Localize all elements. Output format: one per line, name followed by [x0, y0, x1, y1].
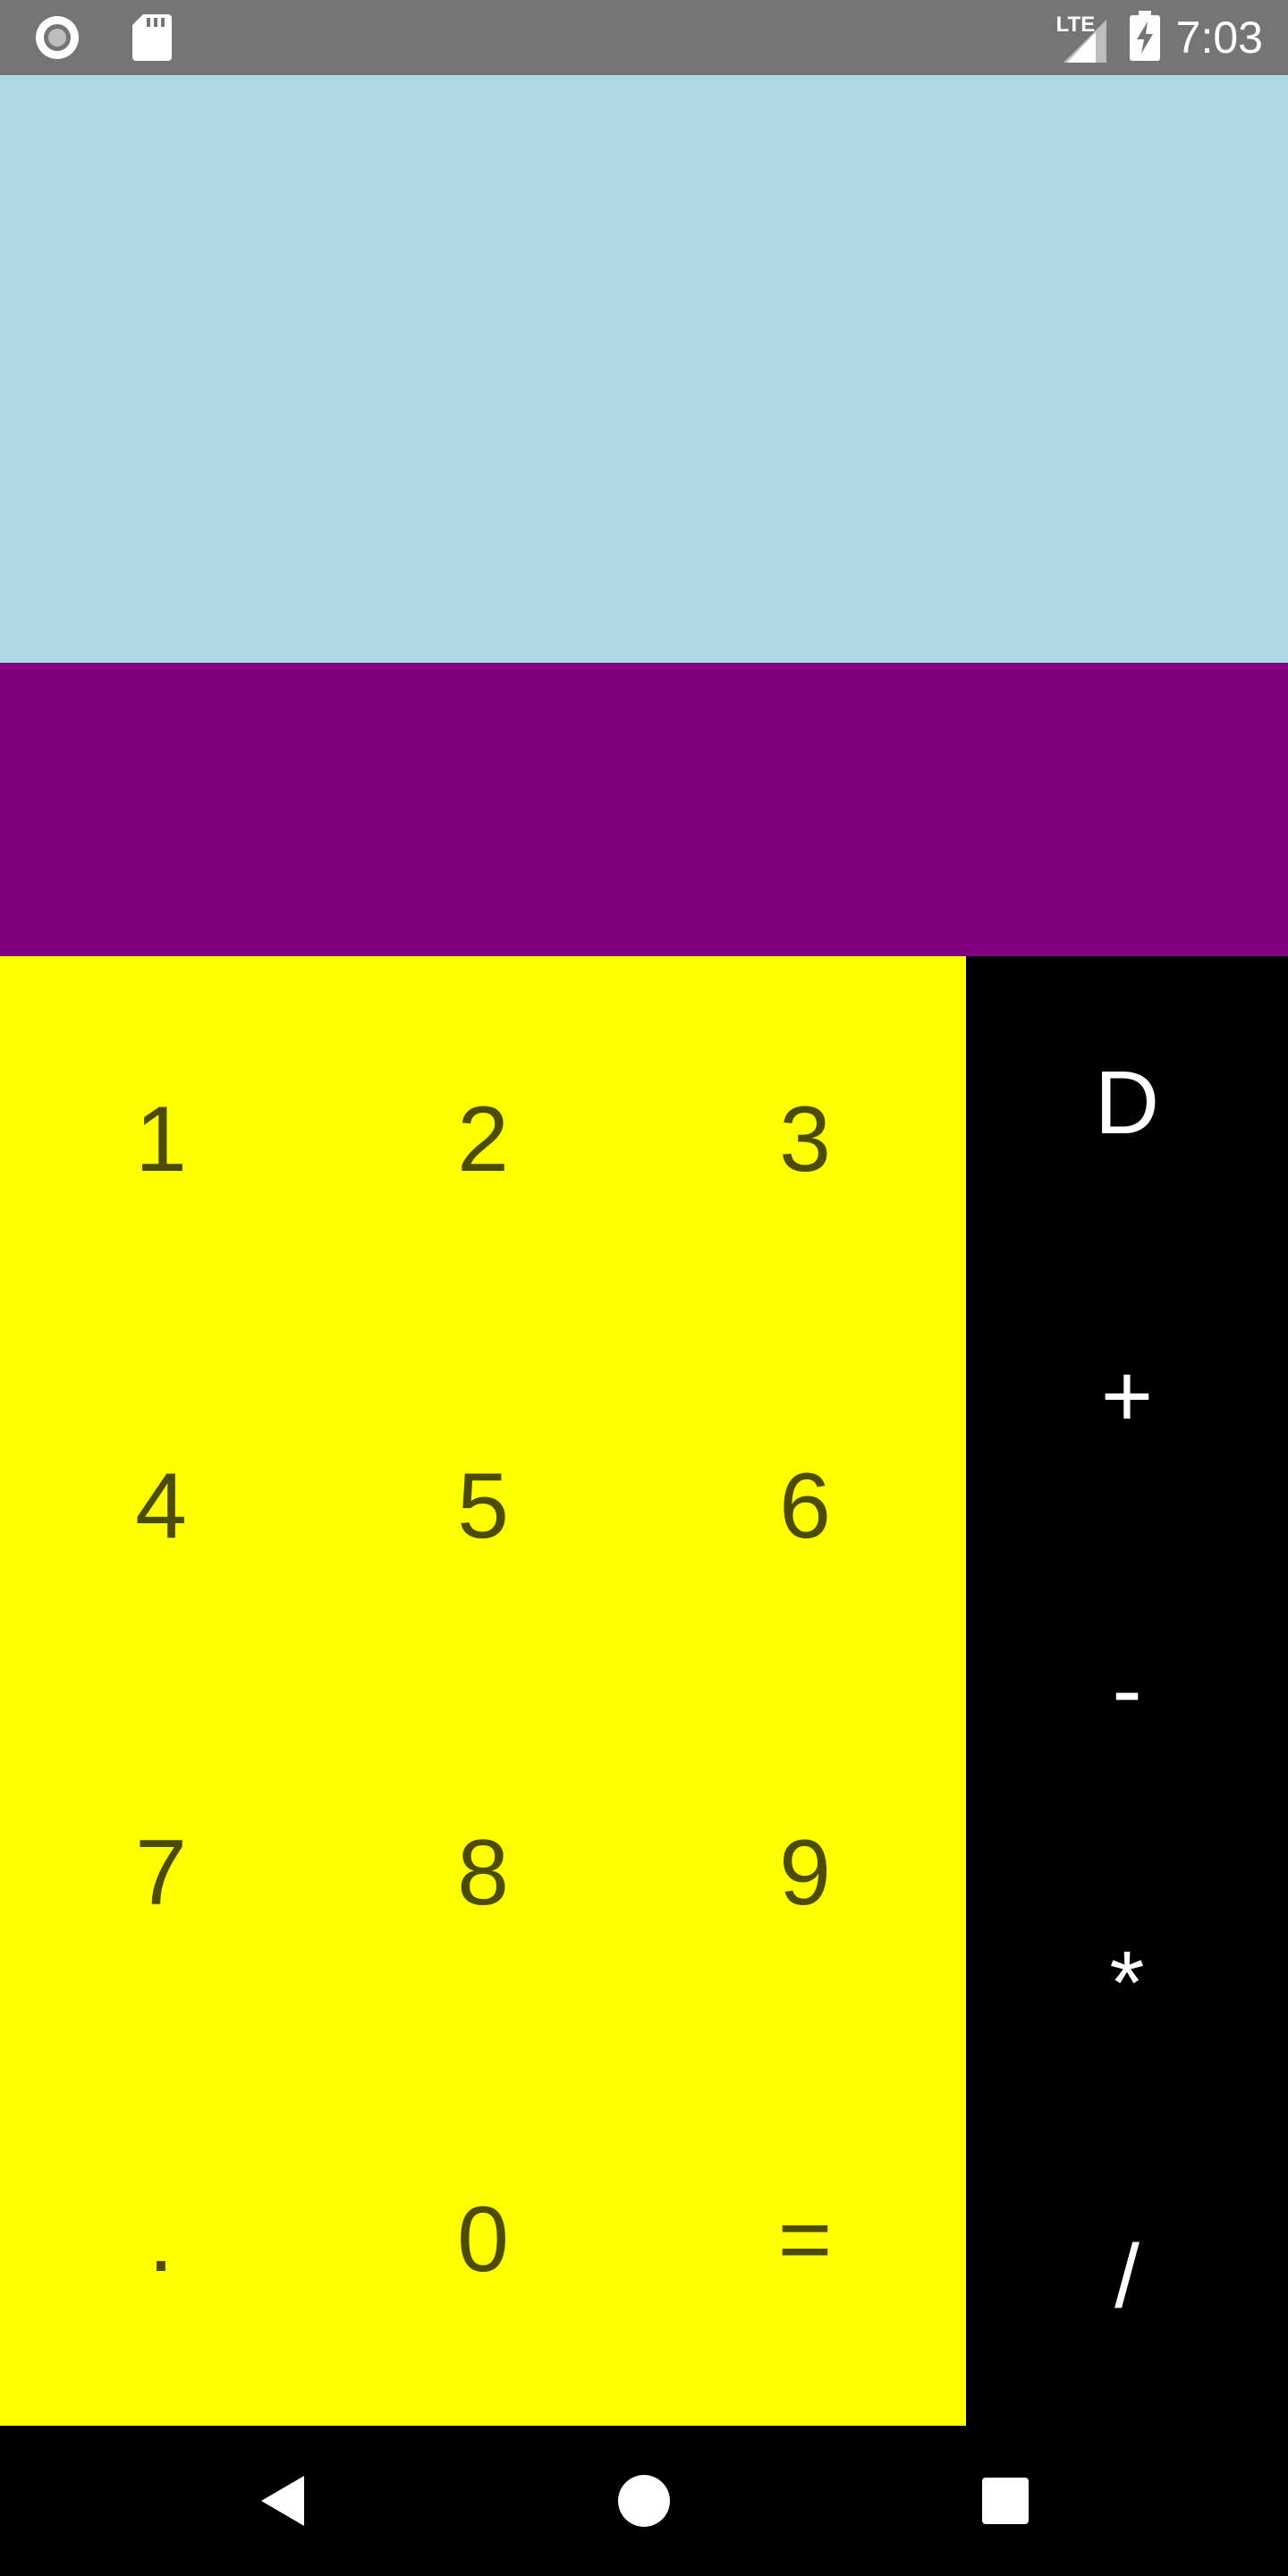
multiply-button[interactable]: *	[966, 1836, 1288, 2130]
divide-button[interactable]: /	[966, 2130, 1288, 2423]
decimal-point-button[interactable]: .	[0, 2056, 322, 2423]
status-bar: LTE 7:03	[0, 0, 1288, 75]
digit-0-button[interactable]: 0	[322, 2056, 644, 2423]
digit-5-button[interactable]: 5	[322, 1323, 644, 1690]
result-display	[0, 663, 1288, 956]
add-button[interactable]: +	[966, 1250, 1288, 1543]
digit-2-button[interactable]: 2	[322, 956, 644, 1323]
digit-6-button[interactable]: 6	[644, 1323, 966, 1690]
navigation-bar	[0, 2426, 1288, 2576]
digit-9-button[interactable]: 9	[644, 1690, 966, 2056]
equals-button[interactable]: =	[644, 2056, 966, 2423]
expression-display	[0, 75, 1288, 663]
numpad: 1 2 3 4 5 6 7 8 9 . 0 =	[0, 956, 966, 2426]
recents-icon[interactable]	[970, 2465, 1041, 2537]
back-icon[interactable]	[247, 2465, 318, 2537]
battery-charging-icon	[1129, 11, 1160, 64]
signal-icon: LTE	[1056, 9, 1114, 66]
subtract-button[interactable]: -	[966, 1543, 1288, 1836]
digit-8-button[interactable]: 8	[322, 1690, 644, 2056]
digit-4-button[interactable]: 4	[0, 1323, 322, 1690]
sd-card-icon	[132, 14, 172, 64]
status-time: 7:03	[1175, 13, 1263, 63]
digit-3-button[interactable]: 3	[644, 956, 966, 1323]
status-right: LTE 7:03	[1056, 9, 1263, 66]
circle-notification-icon	[32, 13, 82, 66]
status-left	[32, 13, 172, 66]
digit-7-button[interactable]: 7	[0, 1690, 322, 2056]
delete-button[interactable]: D	[966, 956, 1288, 1250]
home-icon[interactable]	[608, 2465, 680, 2537]
digit-1-button[interactable]: 1	[0, 956, 322, 1323]
operator-panel: D + - * /	[966, 956, 1288, 2426]
